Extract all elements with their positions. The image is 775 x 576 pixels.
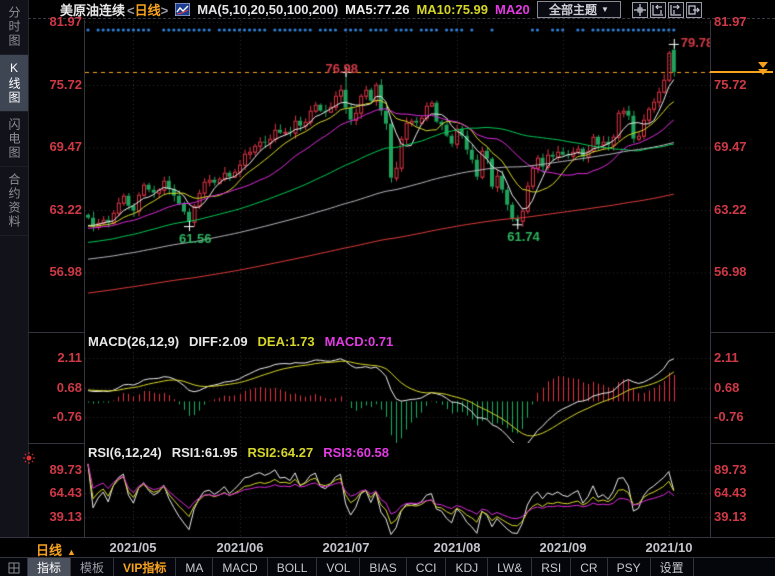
macd-axis-label: -0.76 <box>28 410 82 424</box>
macd-axis-label: 2.11 <box>28 351 82 365</box>
sidebar-tab-kline-chart[interactable]: K线图 <box>0 55 28 112</box>
macd-dea-value: DEA:1.73 <box>258 334 315 349</box>
price-axis-label: 81.97 <box>28 15 82 29</box>
sidebar-tab-contract-info[interactable]: 合约资料 <box>0 167 28 236</box>
ma5-value: MA5:77.26 <box>345 2 409 17</box>
rsi-axis-label: 39.13 <box>28 510 82 524</box>
tab-template[interactable]: 模板 <box>71 558 114 576</box>
alert-line-marker-icon[interactable] <box>758 62 768 68</box>
rsi-axis-label: 89.73 <box>28 463 82 477</box>
tab-boll[interactable]: BOLL <box>268 558 318 576</box>
macd-axis-label: -0.76 <box>714 410 774 424</box>
plot-right-border <box>710 20 711 537</box>
crosshair-tool-icon[interactable] <box>632 2 648 18</box>
macd-diff-value: DIFF:2.09 <box>189 334 248 349</box>
sidebar-tab-flash-chart[interactable]: 闪电图 <box>0 112 28 167</box>
tab-settings[interactable]: 设置 <box>651 558 694 576</box>
price-axis-label: 75.72 <box>28 78 82 92</box>
tab-bias[interactable]: BIAS <box>360 558 406 576</box>
tab-vol[interactable]: VOL <box>317 558 360 576</box>
rsi-axis-label: 64.43 <box>28 486 82 500</box>
alert-line-marker-icon[interactable] <box>758 69 768 75</box>
macd-axis-label: 2.11 <box>714 351 774 365</box>
toolbar-grid-icon[interactable] <box>0 558 28 576</box>
app-window: 分时图 K线图 闪电图 合约资料 美原油连续 <日线> MA(5,10,20,5… <box>0 0 775 576</box>
price-axis-label: 69.47 <box>28 140 82 154</box>
time-axis: 日线 ▲ 2021/05 2021/06 2021/07 2021/08 2021… <box>0 537 775 558</box>
theme-dropdown-label: 全部主题 <box>549 1 597 18</box>
rsi-axis-label: 64.43 <box>714 486 774 500</box>
ma10-value: MA10:75.99 <box>416 2 488 17</box>
price-axis-label: 56.98 <box>714 265 774 279</box>
xaxis-date: 2021/09 <box>533 540 593 555</box>
price-axis-label: 69.47 <box>714 140 774 154</box>
tab-cr[interactable]: CR <box>571 558 607 576</box>
period-tag[interactable]: 日线 <box>135 3 161 18</box>
period-bracket-right: > <box>161 3 169 18</box>
ma20-value: MA20 <box>495 2 530 17</box>
tab-psy[interactable]: PSY <box>608 558 651 576</box>
tab-kdj[interactable]: KDJ <box>446 558 488 576</box>
kline-icon <box>175 3 190 16</box>
sidebar-tab-minute-chart[interactable]: 分时图 <box>0 0 28 55</box>
rsi-title: RSI(6,12,24) <box>88 445 162 460</box>
xaxis-date: 2021/06 <box>210 540 270 555</box>
xaxis-date: 2021/07 <box>316 540 376 555</box>
macd-header: MACD(26,12,9) DIFF:2.09 DEA:1.73 MACD:0.… <box>88 334 393 349</box>
period-selector-label: 日线 <box>36 543 62 558</box>
tab-vip-indicator[interactable]: VIP指标 <box>114 558 176 576</box>
price-axis-label: 75.72 <box>714 78 774 92</box>
page-forward-icon[interactable] <box>686 2 702 18</box>
period-bracket-left: < <box>127 3 135 18</box>
rsi3-value: RSI3:60.58 <box>323 445 389 460</box>
chevron-down-icon: ▼ <box>601 5 609 14</box>
main-price-chart[interactable] <box>85 20 710 332</box>
macd-axis-label: 0.68 <box>714 381 774 395</box>
tab-macd[interactable]: MACD <box>213 558 267 576</box>
tab-indicator[interactable]: 指标 <box>28 558 71 576</box>
tab-rsi[interactable]: RSI <box>532 558 571 576</box>
macd-axis-label: 0.68 <box>28 381 82 395</box>
price-axis-label: 63.22 <box>714 203 774 217</box>
tab-cci[interactable]: CCI <box>407 558 447 576</box>
macd-macd-value: MACD:0.71 <box>325 334 394 349</box>
rsi-header: RSI(6,12,24) RSI1:61.95 RSI2:64.27 RSI3:… <box>88 445 389 460</box>
tab-ma[interactable]: MA <box>176 558 213 576</box>
price-axis-label: 56.98 <box>28 265 82 279</box>
rsi1-value: RSI1:61.95 <box>172 445 238 460</box>
ma-settings-label: MA(5,10,20,50,100,200) <box>197 2 338 17</box>
price-axis-label: 81.97 <box>714 15 774 29</box>
xaxis-date: 2021/08 <box>427 540 487 555</box>
triangle-up-icon: ▲ <box>67 547 76 557</box>
rsi-axis-label: 89.73 <box>714 463 774 477</box>
theme-dropdown[interactable]: 全部主题 ▼ <box>537 1 621 18</box>
xaxis-date: 2021/05 <box>103 540 163 555</box>
price-axis-label: 63.22 <box>28 203 82 217</box>
expand-chart-icon[interactable] <box>668 2 684 18</box>
xaxis-date: 2021/10 <box>639 540 699 555</box>
compress-chart-icon[interactable] <box>650 2 666 18</box>
indicator-toolbar: 指标 模板 VIP指标 MA MACD BOLL VOL BIAS CCI KD… <box>0 557 775 576</box>
macd-title: MACD(26,12,9) <box>88 334 179 349</box>
tab-lwr[interactable]: LW& <box>488 558 532 576</box>
rsi-axis-label: 39.13 <box>714 510 774 524</box>
rsi2-value: RSI2:64.27 <box>247 445 313 460</box>
